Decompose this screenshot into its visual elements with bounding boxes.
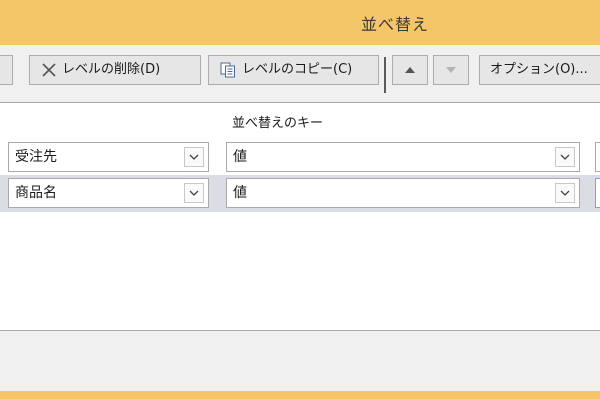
chevron-down-icon <box>560 154 570 160</box>
options-label: オプション(O)... <box>490 62 588 77</box>
order-select[interactable] <box>595 142 600 172</box>
sort-dialog: 並べ替え ) レベルの削除(D) レベルのコピー(C) <box>0 0 600 399</box>
sort-on-select[interactable]: 値 <box>226 142 580 172</box>
chevron-down-icon <box>560 190 570 196</box>
delete-level-button[interactable]: レベルの削除(D) <box>29 55 201 85</box>
toolbar-separator <box>384 57 386 93</box>
dropdown-button[interactable] <box>555 147 575 167</box>
copy-level-button[interactable]: レベルのコピー(C) <box>208 55 379 85</box>
add-level-button[interactable]: ) <box>0 55 13 85</box>
move-up-button[interactable] <box>392 55 428 85</box>
column-select[interactable]: 受注先 <box>8 142 209 172</box>
sort-level-row-selected[interactable]: 商品名 値 <box>0 175 600 212</box>
triangle-down-icon <box>446 67 456 73</box>
window-title: 並べ替え <box>361 15 430 34</box>
move-down-button[interactable] <box>433 55 469 85</box>
copy-level-label: レベルのコピー(C) <box>242 62 353 77</box>
column-select[interactable]: 商品名 <box>8 178 209 208</box>
sort-key-header: 並べ替えのキー <box>232 116 324 131</box>
dialog-footer <box>0 331 600 391</box>
column-value: 受注先 <box>15 149 57 165</box>
x-icon <box>42 63 56 77</box>
toolbar: ) レベルの削除(D) レベルのコピー(C) <box>0 45 600 103</box>
column-value: 商品名 <box>15 185 57 201</box>
copy-icon <box>220 62 235 78</box>
chevron-down-icon <box>189 154 199 160</box>
window-bottom-border <box>0 391 600 399</box>
chevron-down-icon <box>189 190 199 196</box>
dropdown-button[interactable] <box>184 183 204 203</box>
sort-on-value: 値 <box>233 149 247 165</box>
dropdown-button[interactable] <box>555 183 575 203</box>
dropdown-button[interactable] <box>184 147 204 167</box>
triangle-up-icon <box>405 67 415 73</box>
delete-level-label: レベルの削除(D) <box>62 62 161 77</box>
sort-on-select[interactable]: 値 <box>226 178 580 208</box>
options-button[interactable]: オプション(O)... <box>479 55 600 85</box>
title-bar[interactable]: 並べ替え <box>0 0 600 45</box>
sort-level-row[interactable]: 受注先 値 <box>0 139 600 176</box>
sort-on-value: 値 <box>233 185 247 201</box>
order-select[interactable] <box>595 178 600 208</box>
